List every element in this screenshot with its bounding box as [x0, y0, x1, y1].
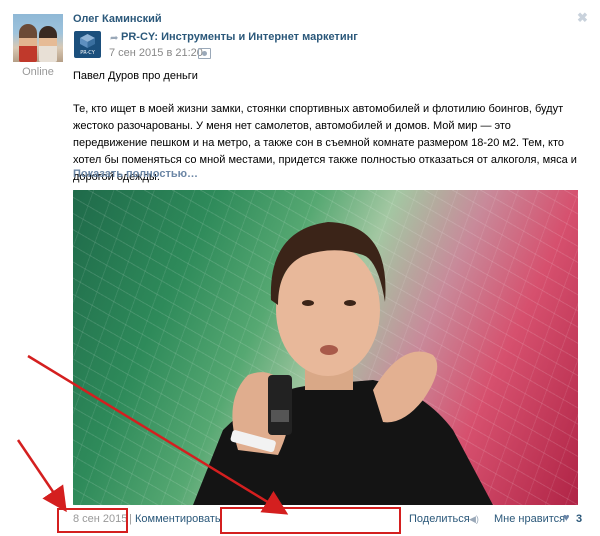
annotation-arrows [16, 354, 289, 515]
